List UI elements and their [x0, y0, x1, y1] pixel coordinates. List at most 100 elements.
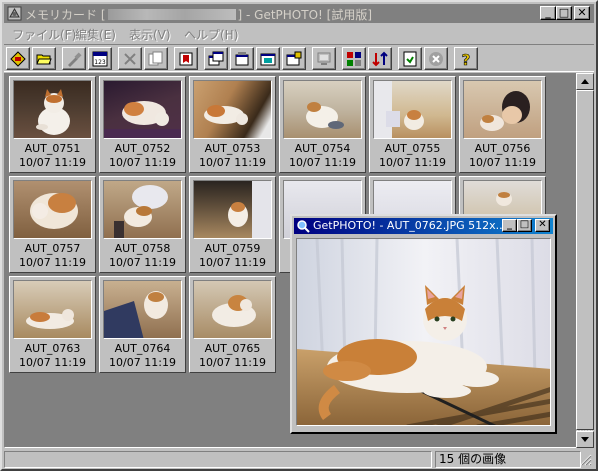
- thumbnail-image: [193, 80, 272, 139]
- copy-icon: [148, 51, 163, 66]
- toolbar: 123 ?: [4, 44, 594, 72]
- thumbnail-image: [283, 80, 362, 139]
- thumbnail-image: [463, 80, 542, 139]
- scroll-down-button[interactable]: [576, 431, 594, 448]
- monitor-icon: [317, 52, 331, 65]
- thumbnail-date: 10/07 11:19: [199, 356, 266, 369]
- thumbnail-tile[interactable]: AUT_0756 10/07 11:19: [459, 76, 546, 173]
- bookmark-button[interactable]: [174, 47, 198, 70]
- thumbnail-name: AUT_0759: [204, 242, 261, 255]
- thumbnail-name: AUT_0756: [474, 142, 531, 155]
- thumbnail-date: 10/07 11:19: [109, 256, 176, 269]
- menu-help[interactable]: ヘルプ(H): [184, 26, 238, 43]
- thumbnail-image: [193, 180, 272, 239]
- open-folder-button[interactable]: [32, 47, 56, 70]
- thumbnail-tile[interactable]: AUT_0759 10/07 11:19: [189, 176, 276, 273]
- preview-minimize-button[interactable]: _: [502, 219, 517, 232]
- thumbnail-image: [193, 280, 272, 339]
- cancel-button[interactable]: [424, 47, 448, 70]
- thumbnail-image: [103, 80, 182, 139]
- thumbnail-image: [103, 280, 182, 339]
- preview-window[interactable]: GetPHOTO! - AUT_0762.JPG 512x... _ □ ✕: [290, 214, 557, 434]
- thumbnail-tile[interactable]: AUT_0763 10/07 11:19: [9, 276, 96, 373]
- calendar-button[interactable]: 123: [88, 47, 112, 70]
- sort-button[interactable]: [368, 47, 392, 70]
- card-icon: [10, 51, 26, 67]
- preview-title-bar[interactable]: GetPHOTO! - AUT_0762.JPG 512x... _ □ ✕: [294, 218, 553, 234]
- monitor-button[interactable]: [312, 47, 336, 70]
- arrow-down-icon: [581, 437, 589, 442]
- window-button-2[interactable]: [230, 47, 254, 70]
- thumbnail-area[interactable]: AUT_0751 10/07 11:19 AUT_0752 10/07 11:1…: [4, 73, 594, 448]
- thumbnail-image: [13, 280, 92, 339]
- preview-maximize-button[interactable]: □: [517, 219, 532, 232]
- card-button[interactable]: [6, 47, 30, 70]
- window-icon-3: [260, 53, 276, 66]
- window-button-4[interactable]: [282, 47, 306, 70]
- menu-file[interactable]: ファイル(F): [12, 26, 76, 43]
- menu-edit[interactable]: 編集(E): [75, 26, 116, 43]
- svg-text:?: ?: [462, 51, 471, 67]
- title-bar[interactable]: メモリカード [] - GetPHOTO! [試用版] _ □ ✕: [4, 4, 594, 23]
- thumbnail-date: 10/07 11:19: [199, 156, 266, 169]
- delete-x-icon: [124, 53, 136, 65]
- redacted-title-segment: [107, 9, 236, 20]
- thumbnail-tile[interactable]: AUT_0757 10/07 11:19: [9, 176, 96, 273]
- rotate-grid-icon: [347, 52, 361, 66]
- resize-grip-icon[interactable]: [578, 452, 592, 466]
- thumbnail-tile[interactable]: AUT_0754 10/07 11:19: [279, 76, 366, 173]
- thumbnail-date: 10/07 11:19: [199, 256, 266, 269]
- thumbnail-date: 10/07 11:19: [109, 156, 176, 169]
- preview-close-button[interactable]: ✕: [535, 219, 550, 232]
- preview-photo: [296, 238, 551, 426]
- status-pane-message: [4, 451, 432, 468]
- magnifier-icon: [297, 220, 310, 233]
- thumbnail-image: [13, 80, 92, 139]
- thumbnail-tile[interactable]: AUT_0752 10/07 11:19: [99, 76, 186, 173]
- copy-button[interactable]: [144, 47, 168, 70]
- thumbnail-tile[interactable]: AUT_0758 10/07 11:19: [99, 176, 186, 273]
- window-icon-2: [235, 52, 249, 66]
- status-bar: 15 個の画像: [4, 450, 594, 469]
- window-icon-1: [208, 51, 224, 66]
- window-button-3[interactable]: [256, 47, 280, 70]
- thumbnail-tile[interactable]: AUT_0753 10/07 11:19: [189, 76, 276, 173]
- preview-title: GetPHOTO! - AUT_0762.JPG 512x...: [313, 219, 507, 232]
- rotate-grid-button[interactable]: [342, 47, 366, 70]
- main-window: メモリカード [] - GetPHOTO! [試用版] _ □ ✕ ファイル(F…: [0, 0, 598, 471]
- window-button-1[interactable]: [204, 47, 228, 70]
- thumbnail-name: AUT_0755: [384, 142, 441, 155]
- thumbnail-name: AUT_0763: [24, 342, 81, 355]
- thumbnail-tile[interactable]: AUT_0765 10/07 11:19: [189, 276, 276, 373]
- thumbnail-name: AUT_0765: [204, 342, 261, 355]
- thumbnail-image: [13, 180, 92, 239]
- close-button[interactable]: ✕: [574, 6, 590, 20]
- thumbnail-date: 10/07 11:19: [109, 356, 176, 369]
- status-image-count: 15 個の画像: [435, 451, 581, 468]
- thumbnail-tile[interactable]: AUT_0751 10/07 11:19: [9, 76, 96, 173]
- thumbnail-tile[interactable]: AUT_0764 10/07 11:19: [99, 276, 186, 373]
- menu-view[interactable]: 表示(V): [129, 26, 171, 43]
- vertical-scrollbar[interactable]: [576, 73, 594, 448]
- brush-button[interactable]: [62, 47, 86, 70]
- thumbnail-date: 10/07 11:19: [19, 256, 86, 269]
- thumbnail-name: AUT_0764: [114, 342, 171, 355]
- help-icon: ?: [461, 51, 471, 67]
- thumbnail-name: AUT_0754: [294, 142, 351, 155]
- scroll-up-button[interactable]: [576, 73, 594, 90]
- maximize-button[interactable]: □: [556, 6, 572, 20]
- thumbnail-name: AUT_0752: [114, 142, 171, 155]
- save-icon: [403, 51, 417, 67]
- thumbnail-tile[interactable]: AUT_0755 10/07 11:19: [369, 76, 456, 173]
- scroll-thumb[interactable]: [576, 90, 594, 430]
- thumbnail-image: [373, 80, 452, 139]
- app-logo-icon: [7, 6, 22, 21]
- window-icon-4: [286, 51, 302, 66]
- delete-button[interactable]: [118, 47, 142, 70]
- save-button[interactable]: [398, 47, 422, 70]
- thumbnail-name: AUT_0757: [24, 242, 81, 255]
- help-button[interactable]: ?: [454, 47, 478, 70]
- sort-icon: [372, 51, 388, 67]
- thumbnail-date: 10/07 11:19: [379, 156, 446, 169]
- minimize-button[interactable]: _: [540, 6, 556, 20]
